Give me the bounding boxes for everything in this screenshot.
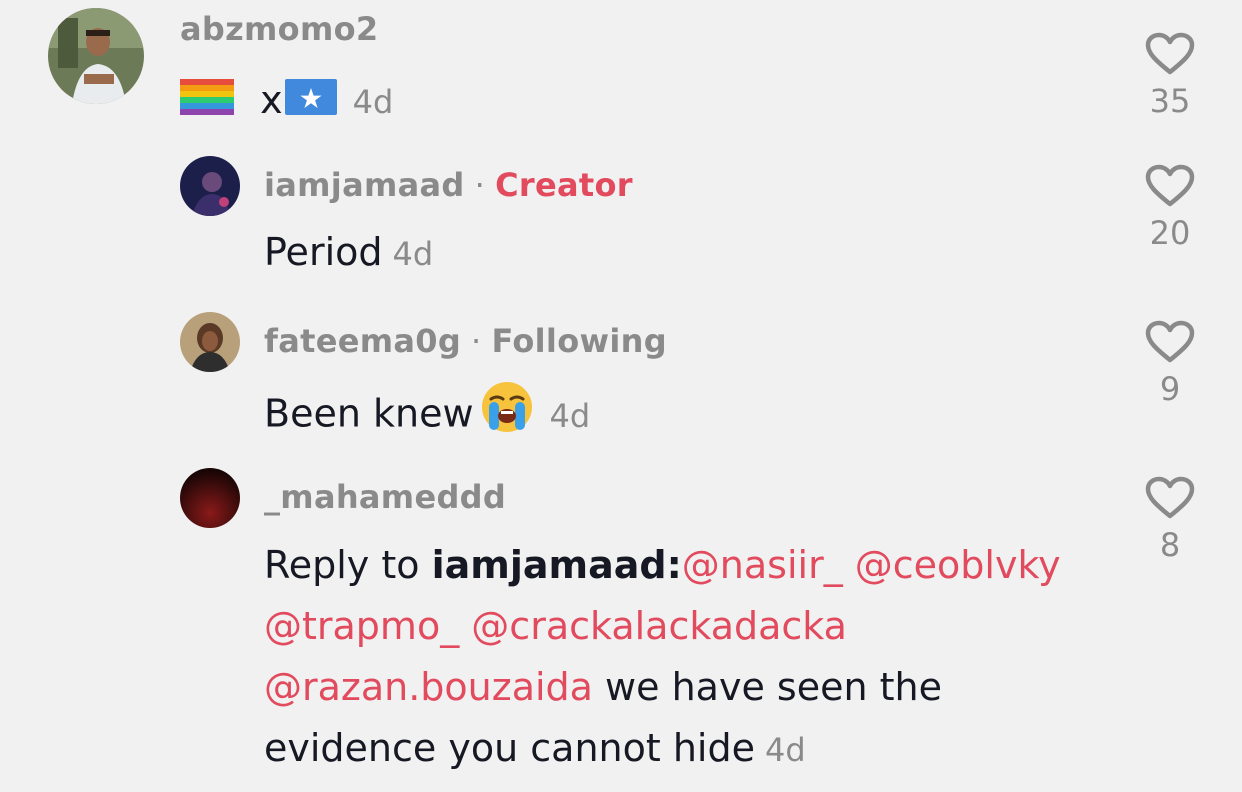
reply-time: 4d [549, 396, 591, 435]
like-button[interactable]: 9 [1140, 320, 1200, 408]
heart-outline-icon [1145, 320, 1195, 363]
reply-text-line-4: evidence you cannot hide 4d [264, 718, 1061, 781]
reply-time: 4d [764, 731, 806, 769]
like-count: 20 [1149, 214, 1191, 252]
reply-username-line: fateema0g · Following [264, 322, 667, 360]
comments-panel: abzmomo2 x 4d 35 iamjamaad · Creator Per… [0, 0, 1242, 792]
reply-text-line: Period 4d [264, 222, 433, 285]
avatar[interactable] [180, 312, 240, 372]
like-count: 35 [1149, 82, 1191, 120]
separator-dot: · [474, 166, 486, 204]
mention-link[interactable]: @ceoblvky [855, 543, 1061, 587]
avatar[interactable] [180, 156, 240, 216]
comment-username[interactable]: abzmomo2 [180, 10, 378, 48]
like-button[interactable]: 35 [1140, 32, 1200, 120]
reply-time: 4d [392, 235, 434, 273]
reply-text: Reply to iamjamaad:@nasiir_ @ceoblvky @t… [264, 535, 1061, 781]
loudly-crying-face-icon [480, 380, 534, 452]
like-button[interactable]: 20 [1140, 164, 1200, 252]
avatar[interactable] [180, 468, 240, 528]
reply-username[interactable]: fateema0g [264, 322, 461, 360]
reply-text-line-2: @trapmo_ @crackalackadacka [264, 596, 1061, 657]
creator-badge: Creator [495, 166, 633, 204]
reply-username-line: iamjamaad · Creator [264, 166, 633, 204]
like-count: 8 [1159, 526, 1181, 564]
like-count: 9 [1159, 370, 1181, 408]
mention-link[interactable]: @razan.bouzaida [264, 665, 593, 709]
avatar[interactable] [48, 8, 144, 104]
reply-text-line-1: Reply to iamjamaad:@nasiir_ @ceoblvky [264, 535, 1061, 596]
reply-username[interactable]: _mahameddd [264, 478, 506, 516]
separator-dot: · [471, 322, 482, 360]
mention-link[interactable]: @trapmo_ [264, 604, 459, 648]
following-badge: Following [491, 322, 667, 360]
heart-outline-icon [1145, 164, 1195, 207]
somalia-flag-icon [284, 72, 337, 133]
reply-username[interactable]: iamjamaad [264, 166, 465, 204]
rainbow-flag-icon [180, 72, 234, 133]
reply-text: Period [264, 230, 383, 274]
reply-text-tail: we have seen the [592, 665, 942, 709]
reply-text: Been knew [264, 391, 474, 436]
comment-time: 4d [352, 83, 394, 121]
reply-text-tail: evidence you cannot hide [264, 726, 755, 770]
reply-to-username[interactable]: iamjamaad: [432, 543, 682, 587]
reply-prefix: Reply to [264, 543, 432, 587]
heart-outline-icon [1145, 32, 1195, 75]
flag-separator: x [260, 78, 283, 122]
heart-outline-icon [1145, 476, 1195, 519]
like-button[interactable]: 8 [1140, 476, 1200, 564]
mention-link[interactable]: @nasiir_ [682, 543, 843, 587]
reply-text-line-3: @razan.bouzaida we have seen the [264, 657, 1061, 718]
mention-link[interactable]: @crackalackadacka [471, 604, 847, 648]
comment-text: x 4d [180, 70, 393, 133]
reply-text-line: Been knew 4d [264, 380, 590, 452]
